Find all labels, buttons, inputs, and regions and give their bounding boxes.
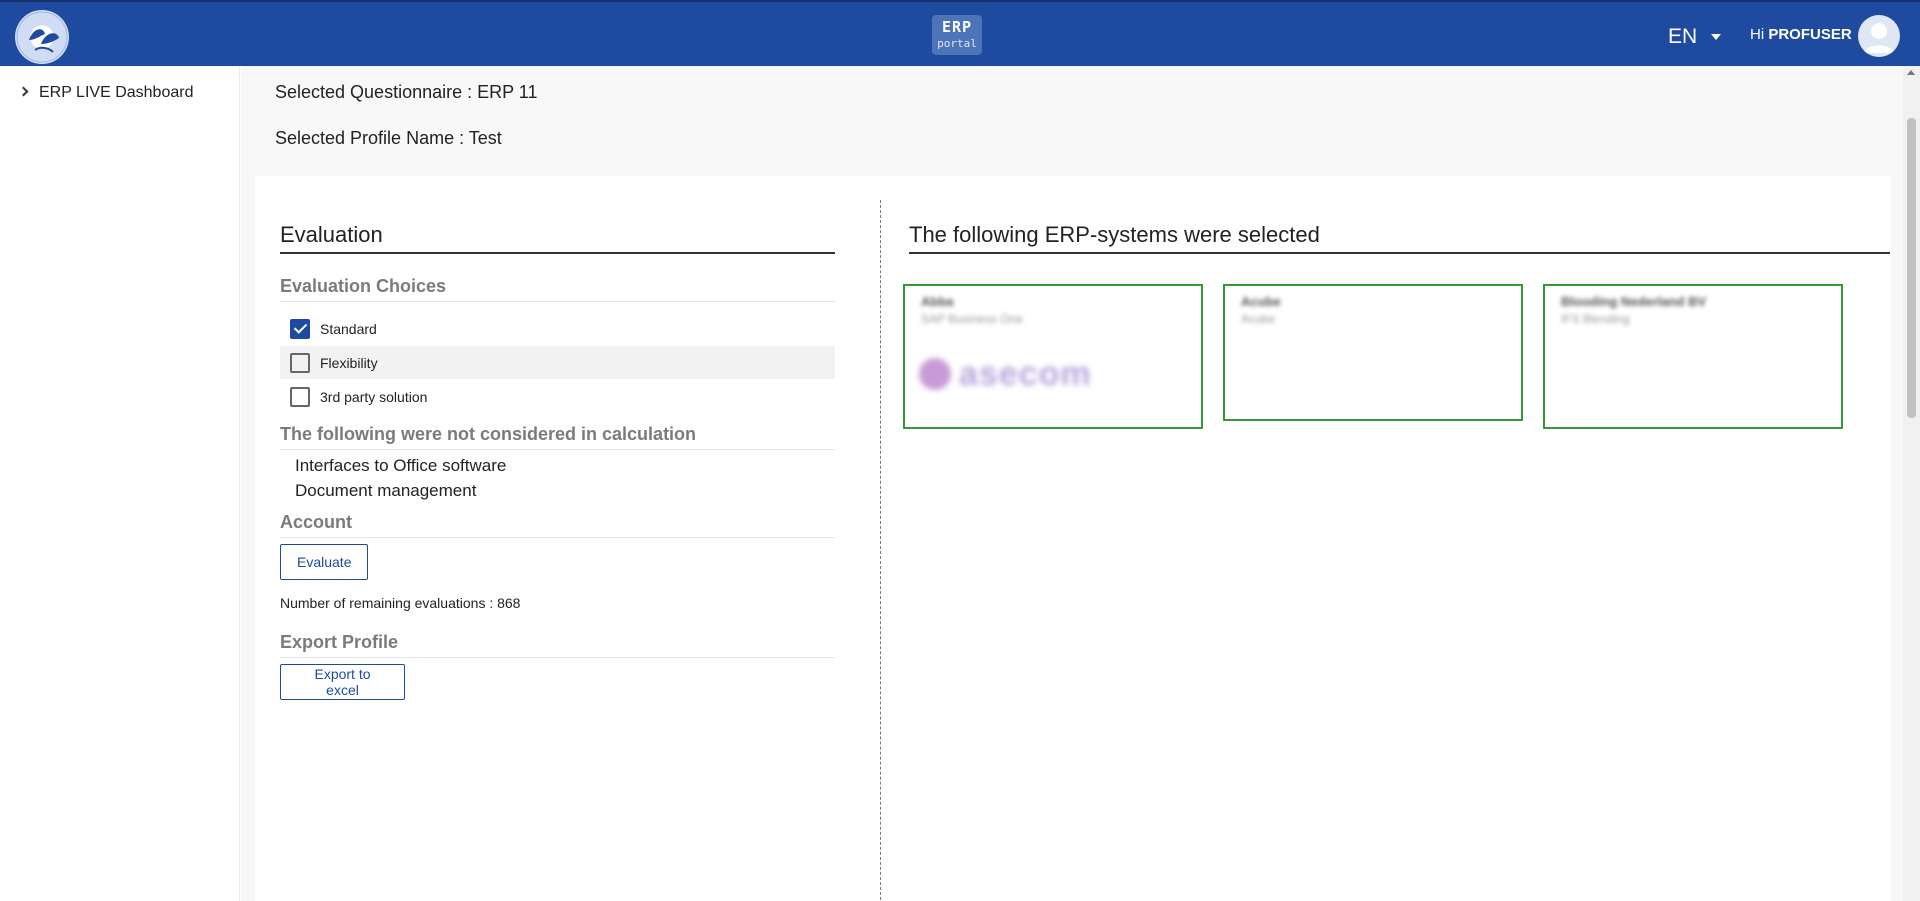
main-content: Selected Questionnaire : ERP 11 Selected… xyxy=(241,66,1903,901)
scroll-thumb[interactable] xyxy=(1907,118,1916,418)
choice-label: 3rd party solution xyxy=(320,388,428,405)
logo-text: asecom xyxy=(959,354,1092,393)
evaluation-choices-title: Evaluation Choices xyxy=(280,276,835,302)
greeting-text: Hi xyxy=(1750,26,1765,43)
sidebar-item-erp-live-dashboard[interactable]: ERP LIVE Dashboard xyxy=(18,84,194,102)
scrollbar[interactable] xyxy=(1903,66,1920,901)
system-product: SAP Business One xyxy=(921,312,1023,326)
language-selector[interactable]: EN xyxy=(1668,22,1722,52)
export-to-excel-button[interactable]: Export to excel xyxy=(280,664,405,700)
choice-label: Standard xyxy=(320,320,377,337)
remaining-evaluations: Number of remaining evaluations : 868 xyxy=(280,595,521,611)
dotted-divider xyxy=(880,200,881,900)
choice-label: Flexibility xyxy=(320,354,378,371)
logo-mark-icon xyxy=(919,358,951,390)
checkbox-checked-icon[interactable] xyxy=(290,318,310,339)
systems-title: The following ERP-systems were selected xyxy=(909,222,1890,254)
system-vendor: Blooding Nederland BV xyxy=(1561,294,1707,309)
not-considered-item: Document management xyxy=(295,481,477,500)
erp-portal-badge[interactable]: ERP portal xyxy=(932,15,982,55)
system-vendor: Acube xyxy=(1241,294,1281,309)
sidebar-item-label: ERP LIVE Dashboard xyxy=(39,84,194,101)
scroll-up-icon[interactable] xyxy=(1907,70,1915,75)
vendor-logo: asecom xyxy=(919,354,1119,394)
chevron-right-icon xyxy=(18,86,29,96)
top-bar: ERP portal EN Hi PROFUSER xyxy=(0,0,1920,66)
not-considered-title: The following were not considered in cal… xyxy=(280,424,835,450)
evaluation-title: Evaluation xyxy=(280,222,835,254)
user-greeting: Hi PROFUSER xyxy=(1750,26,1852,43)
erp-system-card[interactable]: Abba SAP Business One asecom xyxy=(903,284,1203,429)
erp-system-card[interactable]: Acube Acube xyxy=(1223,284,1523,421)
badge-bottom-text: portal xyxy=(937,37,977,50)
system-product: IFS Blending xyxy=(1561,312,1630,326)
avatar-icon[interactable] xyxy=(1858,15,1900,57)
not-considered-item: Interfaces to Office software xyxy=(295,456,507,475)
choice-3rd-party[interactable]: 3rd party solution xyxy=(280,380,835,413)
chevron-down-icon xyxy=(1711,34,1722,40)
sidebar: ERP LIVE Dashboard xyxy=(0,66,240,901)
badge-top-text: ERP xyxy=(941,18,973,36)
account-title: Account xyxy=(280,512,835,538)
evaluation-card: Evaluation Evaluation Choices Standard F… xyxy=(255,176,1891,901)
selected-questionnaire: Selected Questionnaire : ERP 11 xyxy=(275,82,538,102)
checkbox-icon[interactable] xyxy=(290,386,310,407)
evaluate-button[interactable]: Evaluate xyxy=(280,544,368,580)
export-profile-title: Export Profile xyxy=(280,632,835,658)
username: PROFUSER xyxy=(1768,26,1852,43)
system-product: Acube xyxy=(1241,312,1276,326)
language-label: EN xyxy=(1668,25,1698,48)
system-vendor: Abba xyxy=(921,294,954,309)
checkbox-icon[interactable] xyxy=(290,352,310,373)
logo-icon[interactable] xyxy=(15,10,69,64)
erp-system-card[interactable]: Blooding Nederland BV IFS Blending xyxy=(1543,284,1843,429)
choice-standard[interactable]: Standard xyxy=(280,312,835,345)
choice-flexibility[interactable]: Flexibility xyxy=(280,346,835,379)
selected-profile: Selected Profile Name : Test xyxy=(275,128,502,148)
